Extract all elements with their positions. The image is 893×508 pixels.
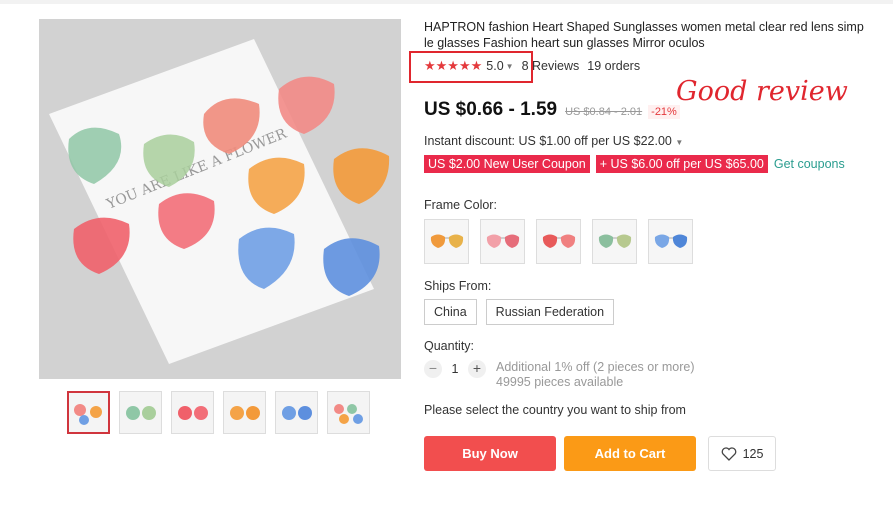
chevron-down-icon: ▼ — [675, 138, 684, 147]
thumbnail-strip — [67, 391, 370, 434]
thumbnail-1[interactable] — [67, 391, 110, 434]
buy-now-button[interactable]: Buy Now — [424, 436, 556, 471]
ship-country-note: Please select the country you want to sh… — [424, 403, 686, 417]
product-title: HAPTRON fashion Heart Shaped Sunglasses … — [424, 20, 864, 50]
quantity-info: Additional 1% off (2 pieces or more) 499… — [496, 360, 694, 390]
sunglasses-swatch-icon — [542, 234, 575, 248]
original-price: US $0.84 - 2.01 — [565, 106, 643, 118]
sunglasses-thumb-icon — [177, 405, 208, 420]
top-divider — [0, 0, 893, 4]
sunglasses-swatch-icon — [430, 234, 463, 248]
thumbnail-5[interactable] — [275, 391, 318, 434]
sunglasses-swatch-icon — [654, 234, 687, 248]
sunglasses-thumb-icon — [125, 405, 156, 420]
thumbnail-6[interactable] — [327, 391, 370, 434]
color-option-orange[interactable] — [424, 219, 469, 264]
main-product-image[interactable]: YOU ARE LIKE A FLOWER — [39, 19, 401, 379]
rating-highlight-box — [409, 51, 533, 83]
quantity-label: Quantity: — [424, 339, 475, 353]
sunglasses-thumb-icon — [333, 403, 363, 424]
orders-count: 19 orders — [587, 59, 641, 73]
sunglasses-photo: YOU ARE LIKE A FLOWER — [39, 19, 401, 379]
quantity-stepper: − 1 + Additional 1% off (2 pieces or mor… — [424, 360, 694, 390]
sunglasses-thumb-icon — [73, 403, 102, 425]
sunglasses-swatch-icon — [598, 234, 631, 248]
instant-discount[interactable]: Instant discount: US $1.00 off per US $2… — [424, 134, 683, 148]
store-coupon[interactable]: + US $6.00 off per US $65.00 — [595, 155, 768, 173]
bulk-discount-note: Additional 1% off (2 pieces or more) — [496, 360, 695, 374]
heart-icon — [721, 446, 736, 461]
sunglasses-thumb-icon — [229, 405, 260, 420]
color-option-blue[interactable] — [648, 219, 693, 264]
ships-from-russia[interactable]: Russian Federation — [485, 299, 615, 325]
get-coupons-link[interactable]: Get coupons — [774, 157, 845, 171]
color-option-red[interactable] — [536, 219, 581, 264]
add-to-cart-button[interactable]: Add to Cart — [564, 436, 696, 471]
price-row: US $0.66 - 1.59 US $0.84 - 2.01 -21% — [424, 99, 680, 121]
stock-available: 49995 pieces available — [496, 375, 624, 389]
sunglasses-thumb-icon — [281, 405, 312, 420]
current-price: US $0.66 - 1.59 — [424, 99, 558, 120]
ships-from-label: Ships From: — [424, 279, 492, 293]
wishlist-button[interactable]: 125 — [708, 436, 776, 471]
thumbnail-2[interactable] — [119, 391, 162, 434]
good-review-annotation: Good review — [676, 76, 848, 107]
thumbnail-3[interactable] — [171, 391, 214, 434]
ships-from-options: China Russian Federation — [424, 299, 615, 325]
color-option-green[interactable] — [592, 219, 637, 264]
quantity-plus-button[interactable]: + — [468, 360, 486, 378]
new-user-coupon[interactable]: US $2.00 New User Coupon — [424, 155, 590, 173]
frame-color-options — [424, 219, 693, 264]
sunglasses-swatch-icon — [486, 234, 519, 248]
quantity-value[interactable]: 1 — [442, 360, 468, 378]
frame-color-label: Frame Color: — [424, 198, 497, 212]
wishlist-count: 125 — [742, 446, 764, 461]
quantity-minus-button[interactable]: − — [424, 360, 442, 378]
ships-from-china[interactable]: China — [424, 299, 477, 325]
action-buttons: Buy Now Add to Cart 125 — [424, 436, 776, 471]
color-option-pink[interactable] — [480, 219, 525, 264]
discount-badge: -21% — [648, 105, 680, 119]
thumbnail-4[interactable] — [223, 391, 266, 434]
instant-discount-text: Instant discount: US $1.00 off per US $2… — [424, 134, 672, 148]
coupon-row: US $2.00 New User Coupon + US $6.00 off … — [424, 155, 845, 173]
